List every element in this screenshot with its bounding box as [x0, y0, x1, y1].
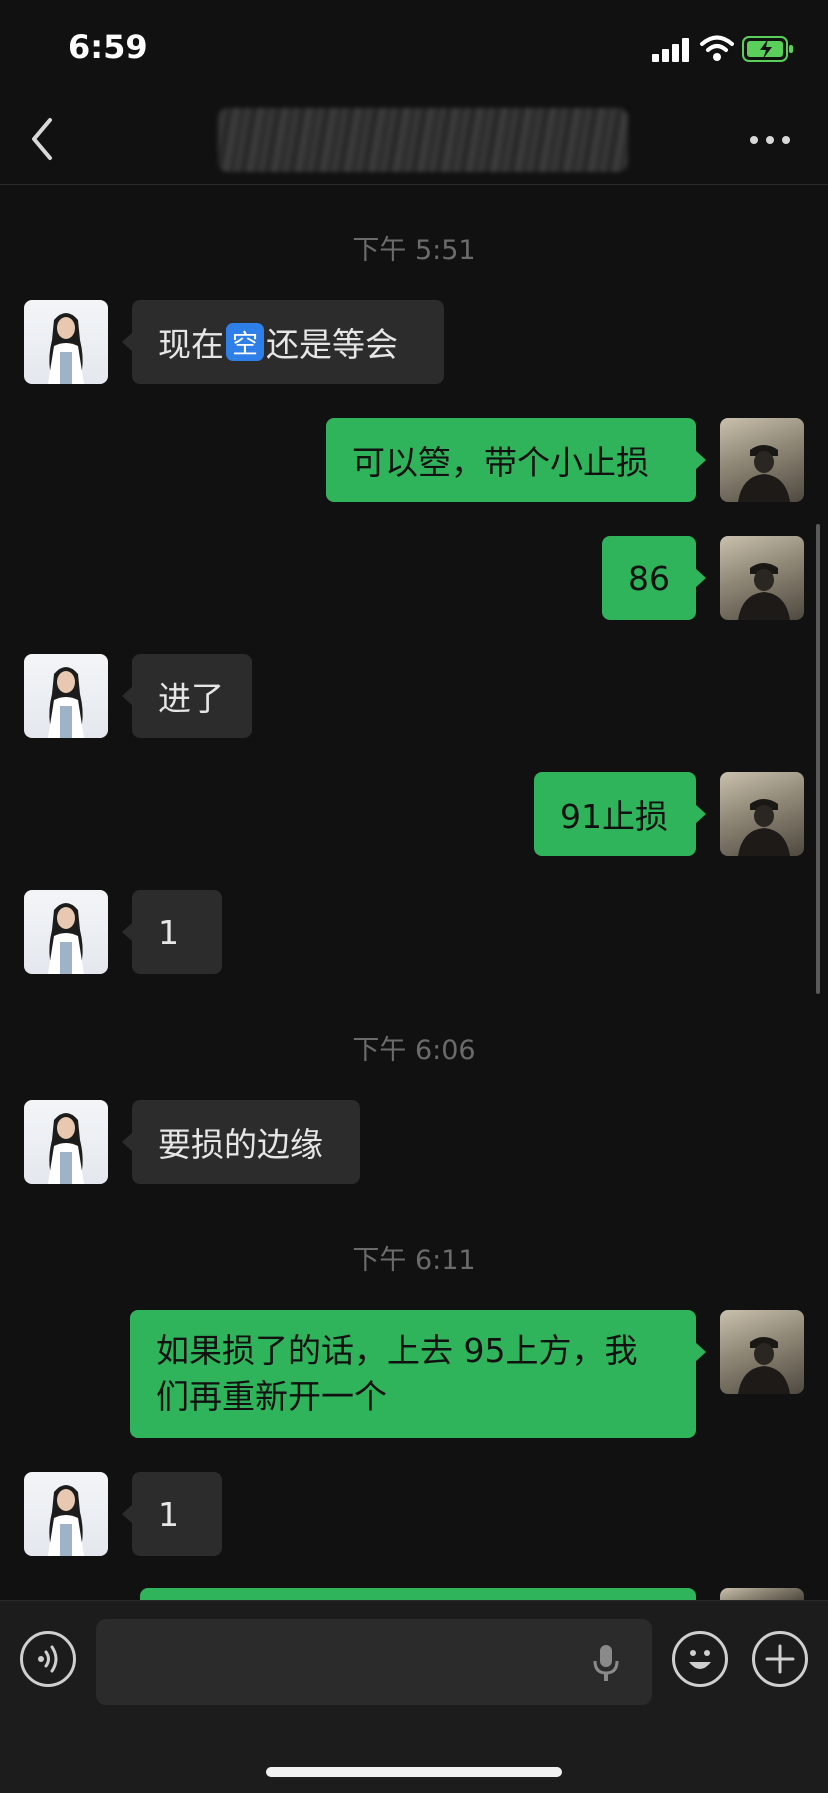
chat-title-redacted: [218, 108, 628, 172]
message-bubble-incoming[interactable]: 1: [122, 1472, 222, 1556]
message-text: 如果损了的话，上去 95上方，我们再重新开一个: [156, 1331, 638, 1416]
message-bubble-outgoing[interactable]: 可以箜，带个小止损: [326, 418, 706, 502]
message-bubble-incoming[interactable]: 进了: [122, 654, 252, 738]
avatar-self[interactable]: [720, 418, 804, 502]
avatar-self[interactable]: [720, 1310, 804, 1394]
timestamp: 下午 6:11: [352, 1245, 476, 1276]
scrollbar[interactable]: [816, 524, 820, 994]
message-input[interactable]: [96, 1619, 652, 1705]
message-text: 进了: [158, 679, 224, 718]
timestamp: 下午 6:06: [352, 1035, 476, 1066]
message-bubble-outgoing[interactable]: 86: [602, 536, 706, 620]
avatar-contact[interactable]: [24, 1472, 108, 1556]
message-text: 86: [628, 558, 670, 598]
status-bar: 6:59: [0, 0, 828, 96]
voice-icon[interactable]: [20, 1631, 76, 1687]
message-text: 现在: [158, 325, 224, 364]
message-text: 1: [158, 1494, 179, 1534]
message-text: 还是等会: [266, 325, 398, 364]
avatar-self-partial[interactable]: [720, 1588, 804, 1600]
message-text: 91止损: [560, 797, 668, 836]
timestamp: 下午 5:51: [352, 235, 476, 266]
status-time: 6:59: [68, 28, 148, 66]
message-bubble-incoming[interactable]: 1: [122, 890, 222, 974]
message-text: 可以箜，带个小止损: [352, 443, 649, 482]
message-bubble-outgoing-partial[interactable]: [140, 1588, 706, 1640]
avatar-contact[interactable]: [24, 890, 108, 974]
nav-bar: [0, 96, 828, 185]
home-indicator[interactable]: [266, 1767, 562, 1777]
message-text: 要损的边缘: [158, 1125, 323, 1164]
message-text: 1: [158, 912, 179, 952]
battery-icon: [742, 36, 793, 62]
message-bubble-incoming[interactable]: 要损的边缘: [122, 1100, 360, 1184]
more-icon[interactable]: [748, 122, 792, 156]
emoji-icon[interactable]: [672, 1631, 728, 1687]
emoji-kong-icon: 空: [226, 323, 264, 361]
signal-icon: [652, 38, 689, 62]
plus-icon[interactable]: [752, 1631, 808, 1687]
avatar-contact[interactable]: [24, 1100, 108, 1184]
message-bubble-outgoing[interactable]: 如果损了的话，上去 95上方，我们再重新开一个: [130, 1310, 706, 1438]
avatar-contact[interactable]: [24, 300, 108, 384]
avatar-self[interactable]: [720, 536, 804, 620]
mic-icon[interactable]: [592, 1643, 620, 1683]
back-icon[interactable]: [28, 116, 56, 162]
avatar-self[interactable]: [720, 772, 804, 856]
input-bar: [0, 1600, 828, 1793]
wifi-icon: [700, 35, 734, 61]
message-bubble-incoming[interactable]: 现在空还是等会: [122, 300, 444, 384]
avatar-contact[interactable]: [24, 654, 108, 738]
message-bubble-outgoing[interactable]: 91止损: [534, 772, 706, 856]
